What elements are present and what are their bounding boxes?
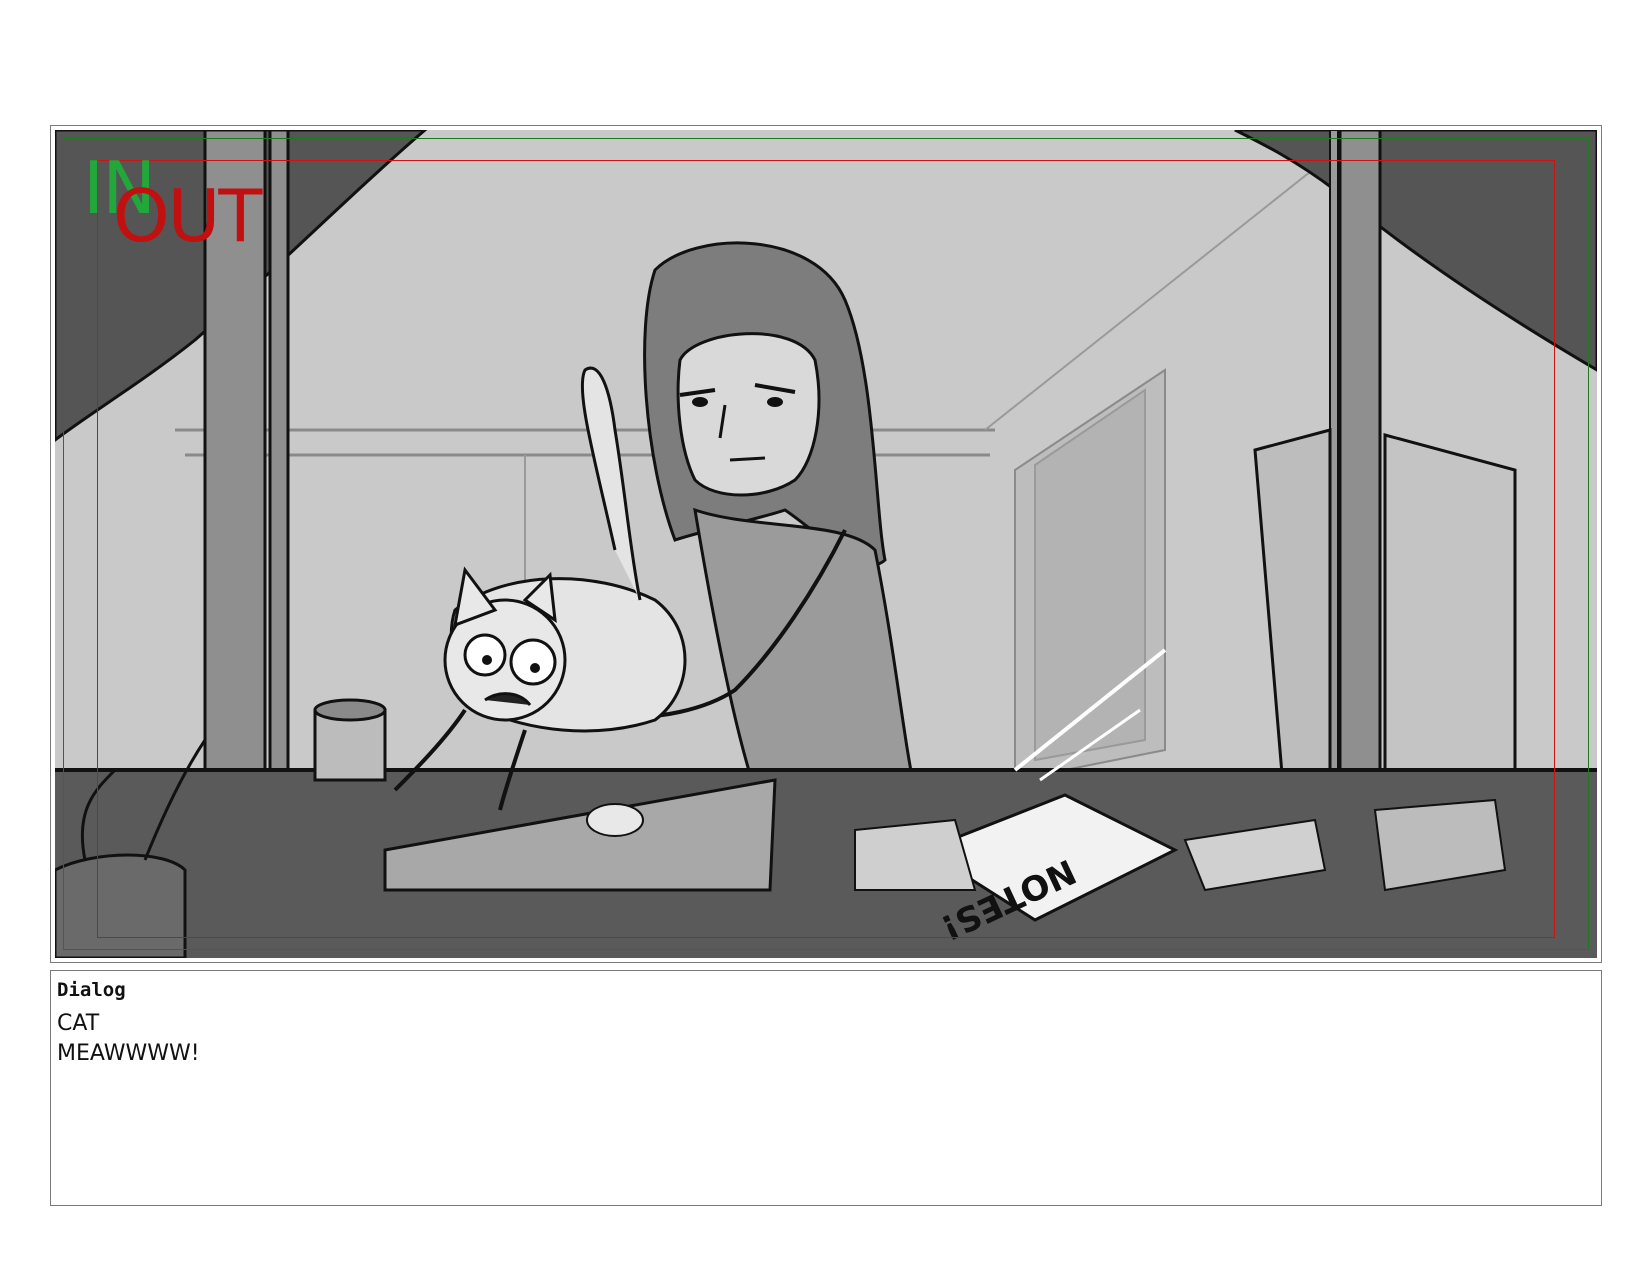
dialog-box: Dialog CAT MEAWWWW! (50, 970, 1602, 1206)
dialog-character-name: CAT (57, 1011, 100, 1036)
panel-sketch-image: NOTES! IN OUT (55, 130, 1597, 958)
dialog-line-text: MEAWWWW! (57, 1041, 200, 1066)
dialog-heading: Dialog (57, 979, 126, 1001)
out-label: OUT (113, 174, 262, 258)
storyboard-panel: NOTES! IN OUT (50, 125, 1602, 963)
